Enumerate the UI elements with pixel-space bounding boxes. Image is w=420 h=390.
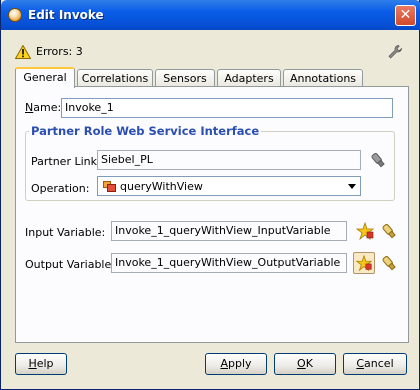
tab-label: Sensors <box>163 72 207 85</box>
partner-role-group-title: Partner Role Web Service Interface <box>29 124 262 138</box>
output-variable-value: Invoke_1_queryWithView_OutputVariable <box>115 256 341 269</box>
flashlight-icon[interactable] <box>368 150 388 170</box>
flashlight-icon[interactable] <box>379 221 399 241</box>
create-variable-icon[interactable] <box>353 252 375 274</box>
close-button[interactable]: ✕ <box>395 5 416 26</box>
oracle-bpel-icon <box>8 8 22 22</box>
name-label: Name: <box>25 101 62 114</box>
partner-link-value: Siebel_PL <box>101 153 153 166</box>
apply-button[interactable]: Apply <box>205 353 267 375</box>
create-variable-icon[interactable] <box>355 221 375 241</box>
input-variable-value: Invoke_1_queryWithView_InputVariable <box>115 224 331 237</box>
tab-correlations[interactable]: Correlations <box>77 69 153 87</box>
tab-label: Adapters <box>224 72 274 85</box>
tab-sensors[interactable]: Sensors <box>155 69 215 87</box>
chevron-down-icon[interactable] <box>348 184 356 189</box>
title-bar[interactable]: Edit Invoke ✕ <box>1 0 420 30</box>
input-variable-field: Invoke_1_queryWithView_InputVariable <box>111 221 347 241</box>
input-variable-label: Input Variable: <box>25 226 106 239</box>
partner-link-label: Partner Link: <box>31 155 101 168</box>
operation-label: Operation: <box>31 182 90 195</box>
partner-link-field: Siebel_PL <box>97 150 361 170</box>
name-field[interactable]: Invoke_1 <box>61 98 393 118</box>
name-value: Invoke_1 <box>65 101 114 114</box>
operation-value: queryWithView <box>120 180 203 193</box>
tab-label: Annotations <box>289 72 357 85</box>
tab-strip: General Correlations Sensors Adapters An… <box>15 67 409 88</box>
edit-invoke-dialog: Edit Invoke ✕ Errors: 3 General Correlat… <box>0 0 420 390</box>
flashlight-icon[interactable] <box>379 253 399 273</box>
operation-select[interactable]: queryWithView <box>97 176 361 196</box>
warning-triangle-icon <box>15 45 31 59</box>
tab-adapters[interactable]: Adapters <box>217 69 281 87</box>
operation-icon <box>103 181 116 192</box>
help-button[interactable]: Help <box>15 353 67 375</box>
tab-general[interactable]: General <box>15 67 75 88</box>
output-variable-label: Output Variable: <box>25 258 115 271</box>
errors-count-label: Errors: 3 <box>36 45 83 58</box>
output-variable-field: Invoke_1_queryWithView_OutputVariable <box>111 253 347 273</box>
window-title: Edit Invoke <box>28 8 104 22</box>
tab-label: General <box>23 71 67 84</box>
tab-label: Correlations <box>81 72 149 85</box>
tab-annotations[interactable]: Annotations <box>283 69 363 87</box>
cancel-button[interactable]: Cancel <box>343 353 407 375</box>
wrench-icon[interactable] <box>387 44 403 60</box>
ok-button[interactable]: OK <box>274 353 336 375</box>
